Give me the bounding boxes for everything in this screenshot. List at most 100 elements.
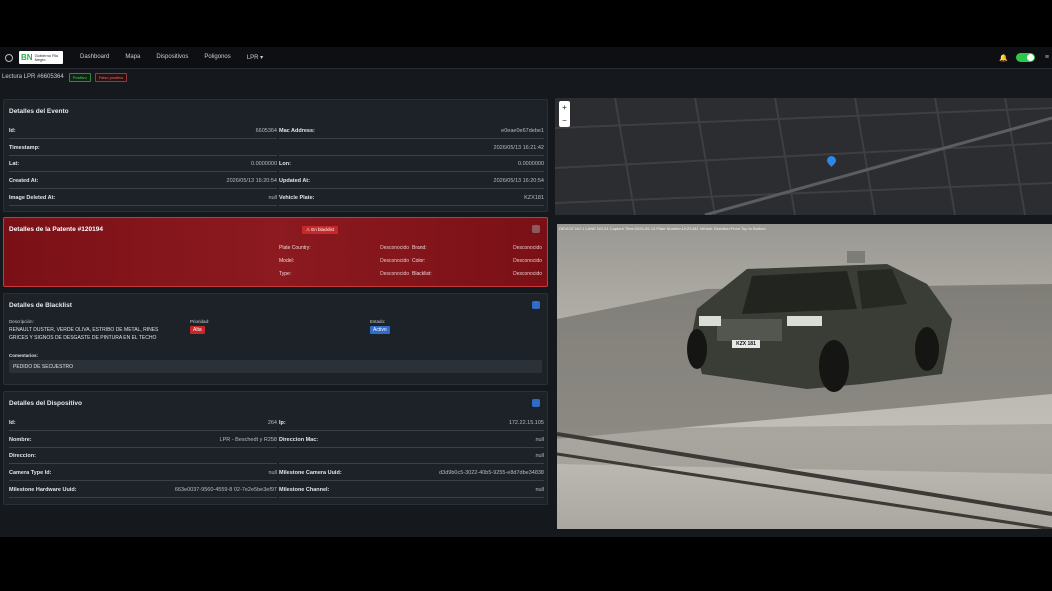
field-label: Mac Address: xyxy=(279,127,315,134)
evento-row-1a: Id: 6605364 xyxy=(9,123,277,139)
nav-poligonos[interactable]: Poligonos xyxy=(204,54,230,61)
menu-icon[interactable]: ≡ xyxy=(1045,54,1049,61)
location-map[interactable]: + − xyxy=(555,98,1052,215)
patente-row-3a: Type: Desconocido xyxy=(279,271,409,277)
field-value: 172.22.15.105 xyxy=(508,419,544,426)
field-label: Lat: xyxy=(9,160,20,167)
disp-row-3b: null xyxy=(279,448,544,464)
nav-dispositivos[interactable]: Dispositivos xyxy=(156,54,188,61)
field-label: Model: xyxy=(279,258,295,264)
field-value: Desconocido xyxy=(513,258,542,264)
evento-row-5a: Image Deleted At: null xyxy=(9,190,277,206)
disp-row-5b: Milestone Channel: null xyxy=(279,482,544,498)
nav-dashboard[interactable]: Dashboard xyxy=(80,54,109,61)
estado-badge: Activo xyxy=(370,326,390,334)
nav-mapa[interactable]: Mapa xyxy=(125,54,140,61)
field-value: LPR - Beschedt y R258 xyxy=(219,436,277,443)
disp-row-4a: Camera Type Id: null xyxy=(9,465,277,481)
blacklist-title: Detalles de Blacklist xyxy=(9,302,72,309)
zoom-out-button[interactable]: − xyxy=(559,114,570,127)
patente-title-text: Detalles de la Patente xyxy=(9,226,76,233)
evento-row-5b: Vehicle Plate: KZX181 xyxy=(279,190,544,206)
evento-row-3a: Lat: 0.0000000 xyxy=(9,156,277,172)
field-value: null xyxy=(268,469,277,476)
photo-scene xyxy=(557,251,1052,529)
patente-row-2a: Model: Desconocido xyxy=(279,258,409,264)
capture-overlay-text: DEVICE NO.1 LANE NO.01 Capture Time:2026… xyxy=(559,226,766,231)
field-value: Desconocido xyxy=(513,271,542,277)
field-value: 2026/05/13 16:20:54 xyxy=(226,177,277,184)
field-value: KZX181 xyxy=(524,194,544,201)
patente-row-1b: Brand: Desconocido xyxy=(412,245,542,251)
disp-row-2b: Direccion Mac: null xyxy=(279,432,544,448)
field-label: Id: xyxy=(9,419,16,426)
evento-card: Detalles del Evento Id: 6605364 Mac Addre… xyxy=(3,99,548,212)
evento-row-3b: Lon: 0.0000000 xyxy=(279,156,544,172)
field-label: Blacklist: xyxy=(412,271,432,277)
falso-positivo-button[interactable]: Falso positivo xyxy=(94,72,128,82)
field-value: null xyxy=(268,194,277,201)
field-label: Lon: xyxy=(279,160,291,167)
collapse-button[interactable] xyxy=(532,399,540,407)
zoom-in-button[interactable]: + xyxy=(559,101,570,114)
field-label: Direccion: xyxy=(9,452,36,459)
field-label: Id: xyxy=(9,127,16,134)
comments-field[interactable]: PEDIDO DE SECUESTRO xyxy=(9,360,542,373)
capture-photo[interactable]: DEVICE NO.1 LANE NO.01 Capture Time:2026… xyxy=(557,224,1052,529)
field-label: Created At: xyxy=(9,177,39,184)
field-value: Desconocido xyxy=(380,245,409,251)
field-value: 663e0037-9560-4559-8 02-7e2e5be3ef97 xyxy=(174,486,277,493)
brand-logo[interactable]: BN Gobierno Rio Negro xyxy=(19,51,63,64)
field-label: Direccion Mac: xyxy=(279,436,319,443)
evento-row-2b: 2026/05/13 16:21:42 xyxy=(279,140,544,156)
evento-title: Detalles del Evento xyxy=(9,108,69,115)
field-value: e0eae0e67debe1 xyxy=(501,127,544,134)
field-value: 6605364 xyxy=(255,127,277,134)
field-label: Milestone Camera Uuid: xyxy=(279,469,342,476)
patente-title: Detalles de la Patente #120194 xyxy=(9,226,103,233)
field-label: Updated At: xyxy=(279,177,310,184)
vehicle xyxy=(687,251,952,392)
disp-row-5a: Milestone Hardware Uuid: 663e0037-9560-45… xyxy=(9,482,277,498)
positivo-button[interactable]: Positivo xyxy=(68,72,91,82)
map-streets xyxy=(555,98,1052,215)
patente-id: #120194 xyxy=(77,226,103,233)
patente-row-2b: Color: Desconocido xyxy=(412,258,542,264)
field-value: d3d9b0c5-3022-40b5-9255-e8d7dbe34838 xyxy=(439,469,544,476)
description-line-1: RENAULT DUSTER, VERDE OLIVA, ESTRIBO DE … xyxy=(9,327,159,333)
disp-row-1b: Ip: 172.22.15.105 xyxy=(279,415,544,431)
logo-short: BN xyxy=(21,53,33,62)
estado-label: Estado: xyxy=(370,319,386,324)
disp-row-2a: Nombre: LPR - Beschedt y R258 xyxy=(9,432,277,448)
bell-icon[interactable]: 🔔 xyxy=(999,54,1008,62)
description-label: Descripción: xyxy=(9,319,34,324)
sub-header: Lectura LPR #6605364 Positivo Falso posi… xyxy=(0,70,1052,84)
disp-row-4b: Milestone Camera Uuid: d3d9b0c5-3022-40b5… xyxy=(279,465,544,481)
field-label: Brand: xyxy=(412,245,427,251)
field-value: 0.0000000 xyxy=(518,160,544,167)
field-label: Type: xyxy=(279,271,292,277)
field-value: Desconocido xyxy=(380,271,409,277)
field-value: Desconocido xyxy=(380,258,409,264)
field-value: Desconocido xyxy=(513,245,542,251)
field-value: null xyxy=(535,452,544,459)
description-line-2: GRICES Y SIGNOS DE DESGASTE DE PINTURA E… xyxy=(9,335,157,341)
theme-toggle[interactable] xyxy=(1015,53,1035,62)
patente-row-3b: Blacklist: Desconocido xyxy=(412,271,542,277)
evento-row-4a: Created At: 2026/05/13 16:20:54 xyxy=(9,173,277,189)
priority-label: Prioridad: xyxy=(190,319,210,324)
blacklist-badge: ⚠ En blacklist xyxy=(302,226,339,234)
disp-row-1a: Id: 264 xyxy=(9,415,277,431)
evento-row-2a: Timestamp: xyxy=(9,140,277,156)
circle-icon[interactable] xyxy=(5,53,13,62)
nav-lpr-dropdown[interactable]: LPR ▾ xyxy=(247,54,263,61)
collapse-button[interactable] xyxy=(532,301,540,309)
page-title: Lectura LPR #6605364 xyxy=(2,74,64,80)
field-label: Image Deleted At: xyxy=(9,194,56,201)
field-label: Plate Country: xyxy=(279,245,311,251)
field-value: 0.0000000 xyxy=(251,160,277,167)
collapse-button[interactable] xyxy=(532,225,540,233)
top-navbar: BN Gobierno Rio Negro Dashboard Mapa Dis… xyxy=(0,47,1052,69)
patente-card: Detalles de la Patente #120194 ⚠ En blac… xyxy=(3,217,548,287)
license-plate: KZX 181 xyxy=(732,340,760,348)
